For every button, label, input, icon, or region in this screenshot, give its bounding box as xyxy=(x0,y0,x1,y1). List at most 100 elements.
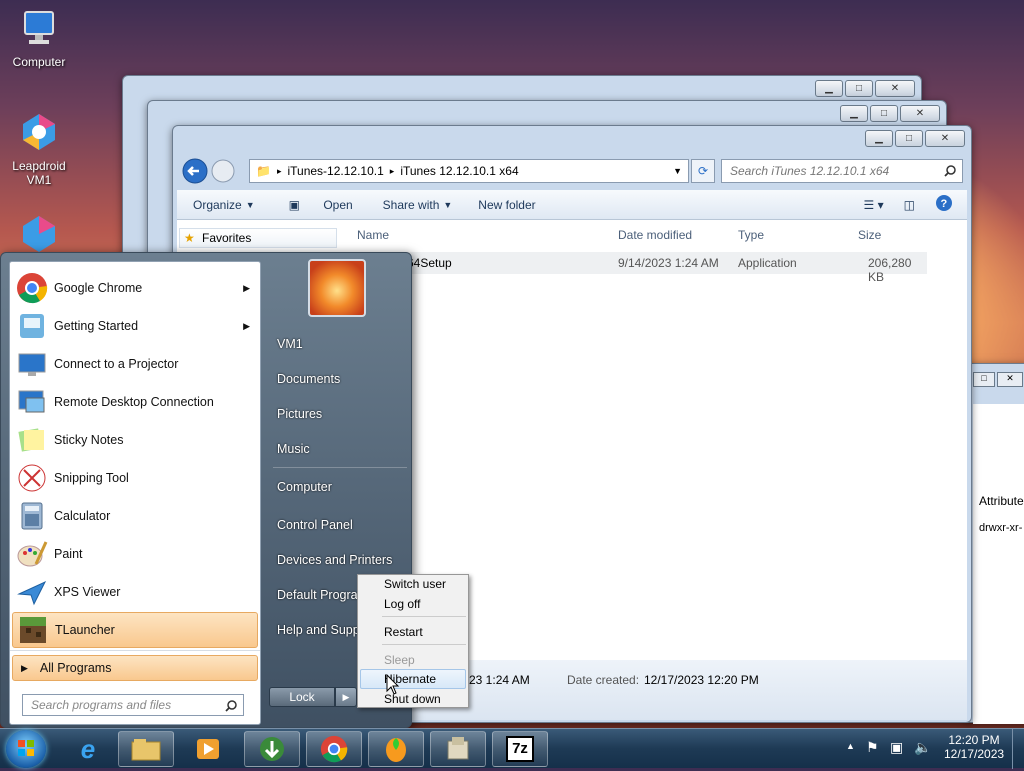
menu-item-restart[interactable]: Restart xyxy=(384,625,423,639)
show-desktop-button[interactable] xyxy=(1012,729,1024,769)
start-place-control-panel[interactable]: Control Panel xyxy=(277,518,353,532)
start-item-snipping-tool[interactable]: Snipping Tool xyxy=(12,460,258,496)
search-box[interactable]: Search iTunes 12.12.10.1 x64 xyxy=(721,159,963,183)
svg-text:?: ? xyxy=(941,198,948,210)
column-header-size[interactable]: Size xyxy=(858,228,881,242)
start-orb-icon[interactable] xyxy=(6,730,46,768)
maximize-button[interactable]: □ xyxy=(973,372,995,387)
open-button[interactable]: ▣ Open xyxy=(269,198,373,212)
start-place-documents[interactable]: Documents xyxy=(277,372,340,386)
close-button[interactable]: ✕ xyxy=(925,130,965,147)
nav-favorites-label: Favorites xyxy=(202,231,252,245)
new-folder-button[interactable]: New folder xyxy=(468,198,545,212)
search-input[interactable]: Search iTunes 12.12.10.1 x64 xyxy=(730,164,889,178)
address-bar[interactable]: 📁 ▸ iTunes-12.12.10.1 ▸ iTunes 12.12.10.… xyxy=(249,159,689,183)
chevron-right-icon: ▸ xyxy=(389,165,395,176)
column-header-type[interactable]: Type xyxy=(738,228,764,242)
start-item-xps-viewer[interactable]: XPS Viewer xyxy=(12,574,258,610)
start-place-user[interactable]: VM1 xyxy=(277,337,303,351)
close-button[interactable]: ✕ xyxy=(997,372,1023,387)
divider xyxy=(273,467,407,468)
start-place-devices-printers[interactable]: Devices and Printers xyxy=(277,553,392,567)
forward-button[interactable] xyxy=(211,159,235,183)
breadcrumb-item[interactable]: iTunes-12.12.10.1 xyxy=(287,164,383,178)
xps-viewer-icon xyxy=(17,580,47,606)
close-button[interactable]: ✕ xyxy=(900,105,940,122)
clock-time: 12:20 PM xyxy=(948,733,1000,747)
views-icon[interactable]: ☰ ▾ xyxy=(854,198,894,212)
refresh-icon[interactable]: ⟳ xyxy=(691,159,715,183)
minimize-button[interactable]: ▁ xyxy=(865,130,893,147)
background-window-3[interactable]: □ ✕ Attribute drwxr-xr- xyxy=(966,363,1024,724)
tlauncher-icon xyxy=(20,617,46,643)
column-header-name[interactable]: Name xyxy=(357,228,389,242)
fl-studio-icon[interactable] xyxy=(368,731,424,767)
close-button[interactable]: ✕ xyxy=(875,80,915,97)
avatar[interactable] xyxy=(308,259,366,317)
start-item-connect-projector[interactable]: Connect to a Projector xyxy=(12,346,258,382)
start-item-google-chrome[interactable]: Google Chrome ▶ xyxy=(12,270,258,306)
start-item-getting-started[interactable]: Getting Started ▶ xyxy=(12,308,258,344)
clock-date: 12/17/2023 xyxy=(944,747,1005,761)
start-place-computer[interactable]: Computer xyxy=(277,480,332,494)
start-item-calculator[interactable]: Calculator xyxy=(12,498,258,534)
sticky-notes-icon xyxy=(18,428,44,452)
start-item-paint[interactable]: Paint xyxy=(12,536,258,572)
start-search-box[interactable]: Search programs and files xyxy=(22,694,244,716)
star-icon: ★ xyxy=(184,231,195,245)
file-size: 206,280 KB xyxy=(868,256,912,284)
minimize-button[interactable]: ▁ xyxy=(840,105,868,122)
7zip-label: 7z xyxy=(506,736,534,762)
breadcrumb-item[interactable]: iTunes 12.12.10.1 x64 xyxy=(400,164,518,178)
maximize-button[interactable]: □ xyxy=(845,80,873,97)
menu-item-log-off[interactable]: Log off xyxy=(384,597,420,611)
internet-explorer-icon[interactable]: e xyxy=(60,731,116,767)
preview-pane-icon[interactable]: ◫ xyxy=(894,198,925,212)
start-item-label: Snipping Tool xyxy=(54,471,129,485)
share-with-button[interactable]: Share with xyxy=(373,198,450,212)
help-icon[interactable]: ? xyxy=(925,194,963,215)
search-icon[interactable] xyxy=(944,165,956,177)
divider xyxy=(382,644,466,645)
action-center-icon[interactable]: ⚑ xyxy=(866,739,879,756)
show-hidden-icons-icon[interactable]: ▲ xyxy=(846,741,855,751)
power-options-button[interactable]: ▶ xyxy=(335,687,357,707)
clock[interactable]: 12:20 PM 12/17/2023 xyxy=(944,733,1004,761)
file-explorer-icon[interactable] xyxy=(118,731,174,767)
start-item-tlauncher[interactable]: TLauncher xyxy=(12,612,258,648)
getting-started-icon xyxy=(20,314,44,338)
chevron-down-icon[interactable]: ▼ xyxy=(673,166,682,176)
all-programs-button[interactable]: ▶ All Programs xyxy=(12,655,258,681)
volume-icon[interactable]: 🔈 xyxy=(914,739,931,756)
download-manager-icon[interactable] xyxy=(244,731,300,767)
start-place-music[interactable]: Music xyxy=(277,442,310,456)
chrome-icon[interactable] xyxy=(306,731,362,767)
minimize-button[interactable]: ▁ xyxy=(815,80,843,97)
desktop-icon-computer[interactable]: Computer xyxy=(4,8,74,69)
organize-button[interactable]: Organize xyxy=(183,198,252,212)
7zip-icon[interactable]: 7z xyxy=(492,731,548,767)
start-item-sticky-notes[interactable]: Sticky Notes xyxy=(12,422,258,458)
leapdroid-icon xyxy=(23,114,55,150)
column-header-date-modified[interactable]: Date modified xyxy=(618,228,692,242)
network-icon[interactable]: ▣ xyxy=(890,739,903,756)
details-date-modified: 23 1:24 AM xyxy=(469,673,530,687)
menu-item-switch-user[interactable]: Switch user xyxy=(384,577,446,591)
media-player-icon[interactable] xyxy=(180,731,236,767)
maximize-button[interactable]: □ xyxy=(895,130,923,147)
folder-icon: 📁 xyxy=(256,164,271,178)
all-programs-label: All Programs xyxy=(39,661,112,675)
start-place-pictures[interactable]: Pictures xyxy=(277,407,322,421)
lock-button[interactable]: Lock xyxy=(269,687,335,707)
divider xyxy=(382,616,466,617)
table-row[interactable]: x64Setup 9/14/2023 1:24 AM Application 2… xyxy=(341,252,927,284)
remote-desktop-icon xyxy=(18,390,45,413)
start-search-input[interactable]: Search programs and files xyxy=(31,698,171,712)
start-item-remote-desktop[interactable]: Remote Desktop Connection xyxy=(12,384,258,420)
menu-item-sleep: Sleep xyxy=(384,653,415,667)
search-icon[interactable] xyxy=(225,700,237,712)
nav-favorites[interactable]: ★ Favorites xyxy=(179,228,337,248)
maximize-button[interactable]: □ xyxy=(870,105,898,122)
installer-icon[interactable] xyxy=(430,731,486,767)
desktop-icon-leapdroid[interactable]: Leapdroid VM1 xyxy=(4,112,74,187)
